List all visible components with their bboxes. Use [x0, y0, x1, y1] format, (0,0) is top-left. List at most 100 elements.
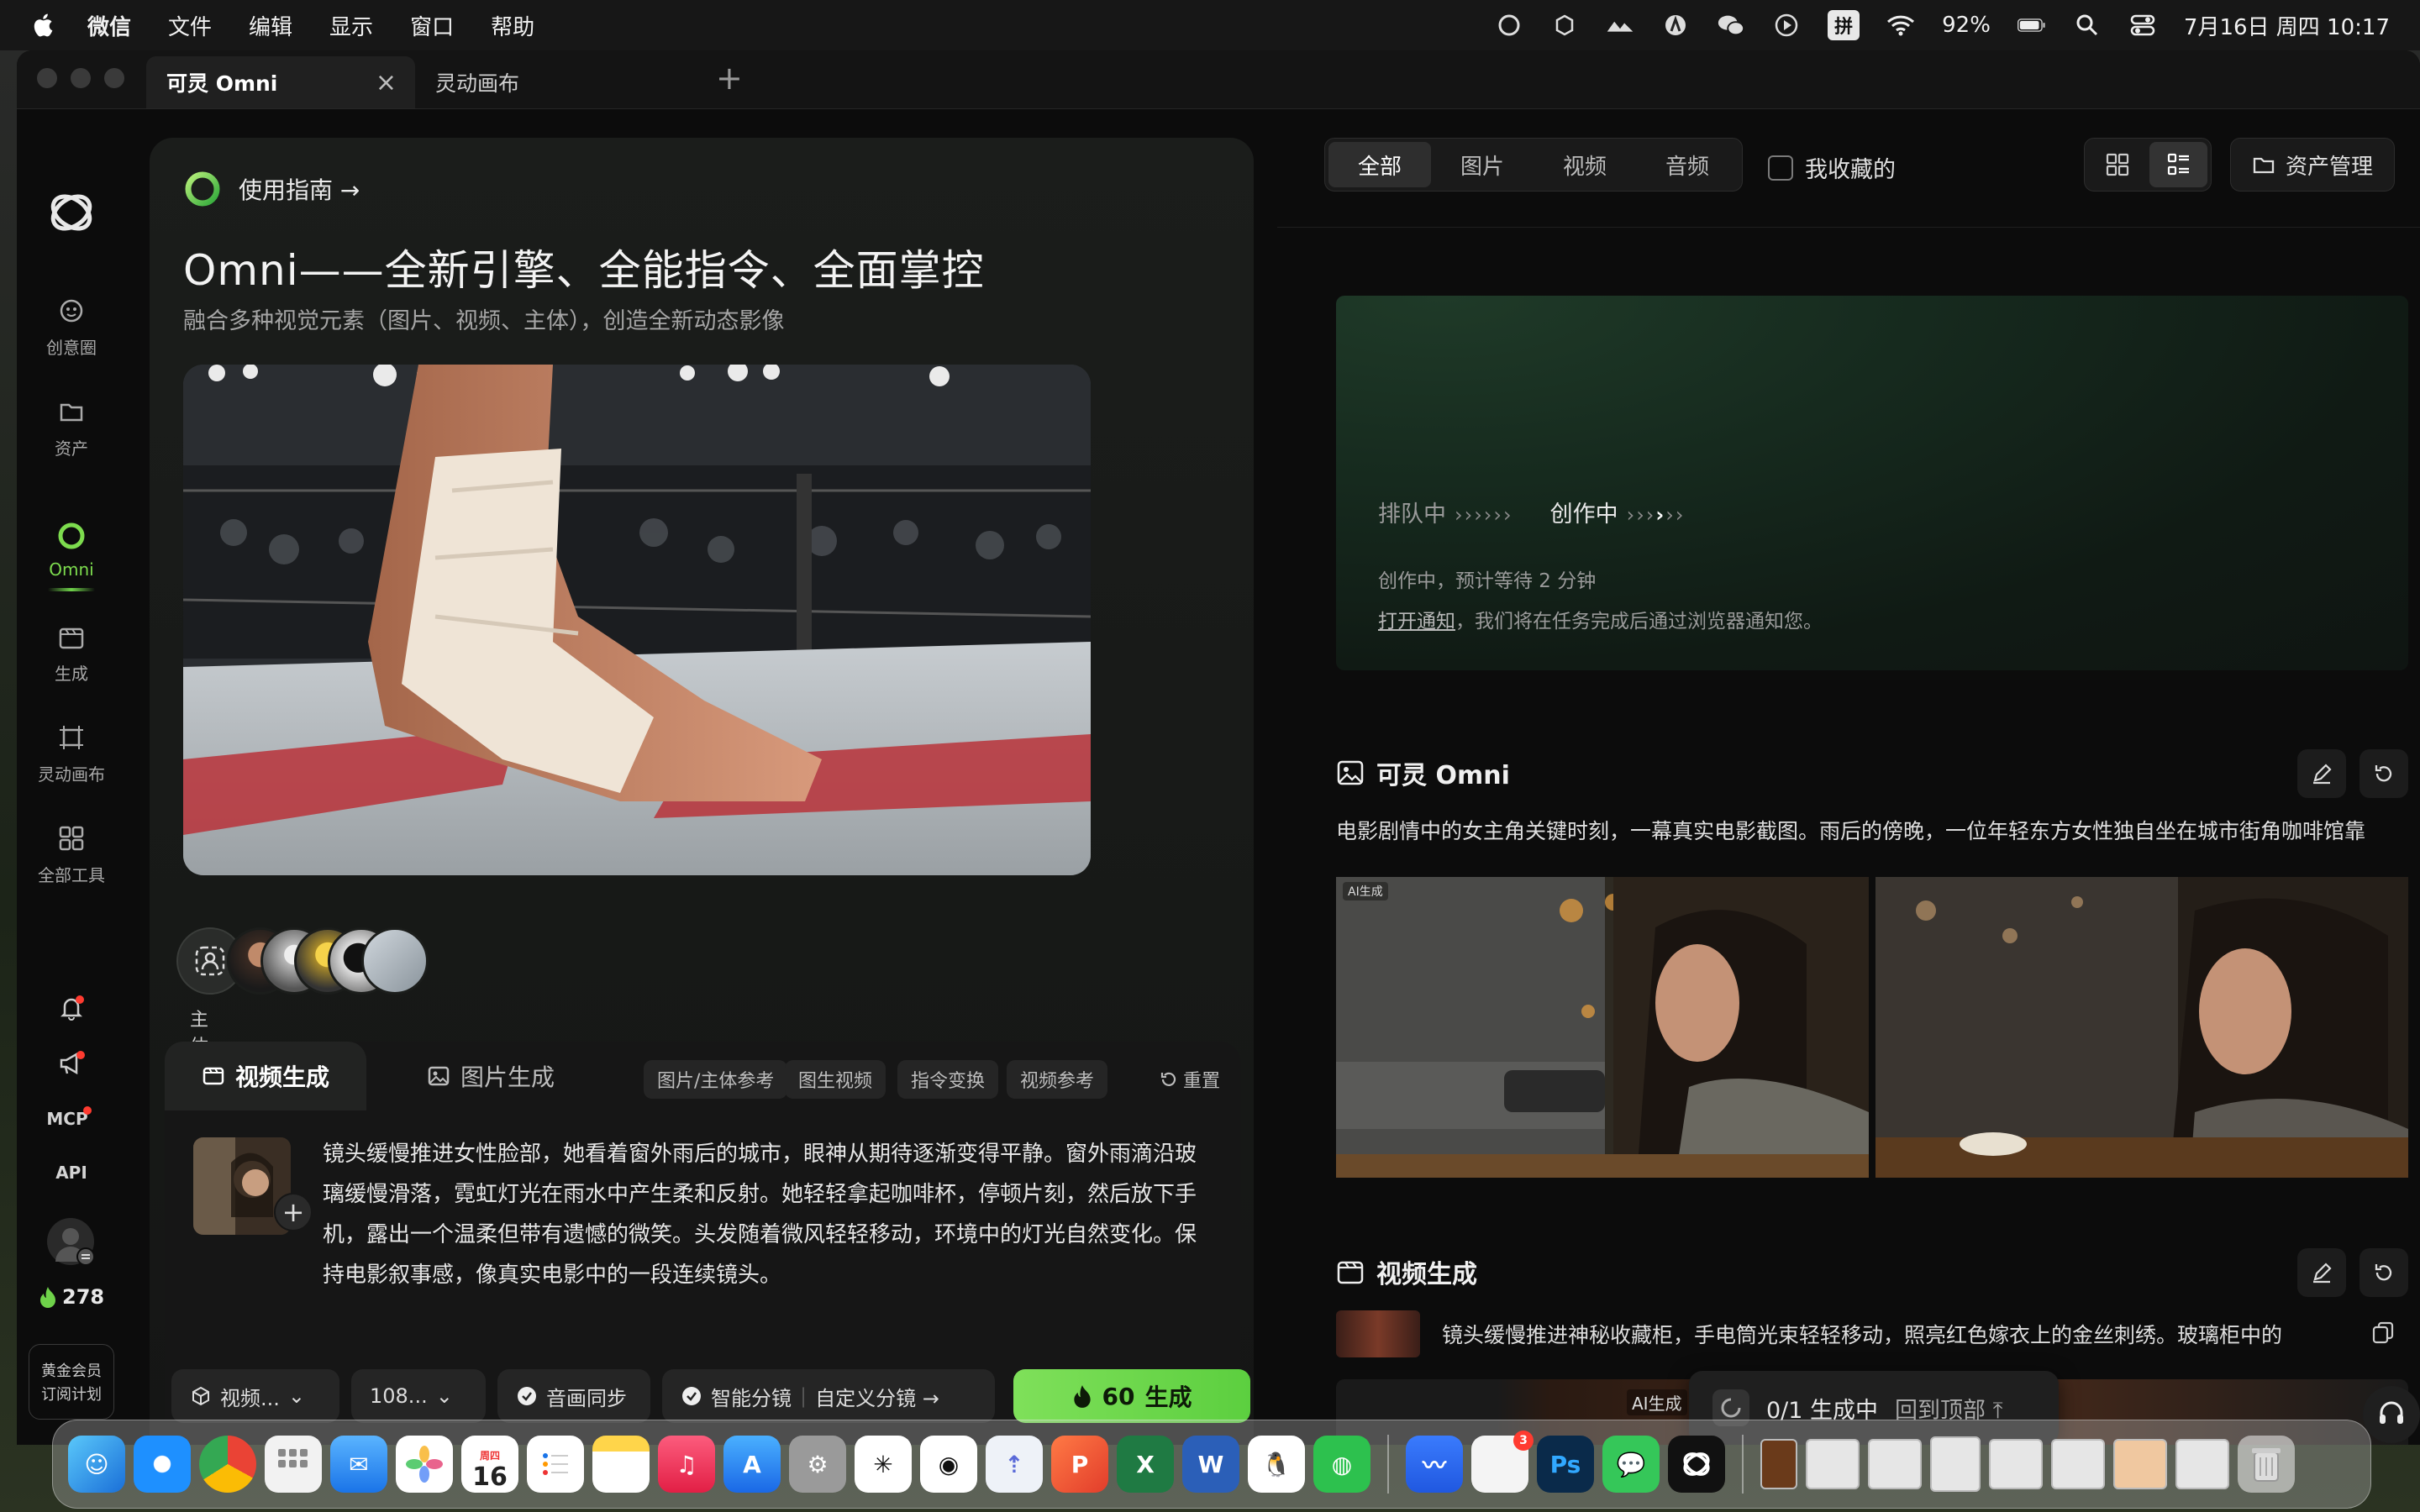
menu-window[interactable]: 窗口	[410, 10, 454, 41]
rail-item-assets[interactable]: 资产	[17, 395, 126, 459]
font-status-icon[interactable]	[1661, 11, 1690, 39]
result-image[interactable]	[1876, 877, 2408, 1178]
rail-item-community[interactable]: 创意圈	[17, 294, 126, 359]
control-center-icon[interactable]	[2128, 11, 2157, 39]
minimized-window[interactable]	[2175, 1439, 2229, 1489]
close-window-button[interactable]	[37, 68, 57, 88]
filter-audio[interactable]: 音频	[1636, 142, 1739, 187]
menu-view[interactable]: 显示	[329, 10, 373, 41]
list-view-button[interactable]	[2149, 142, 2207, 187]
filter-videos[interactable]: 视频	[1534, 142, 1636, 187]
menu-help[interactable]: 帮助	[491, 10, 534, 41]
mountain-status-icon[interactable]	[1606, 11, 1634, 39]
input-method-indicator[interactable]: 拼	[1828, 10, 1860, 40]
rocket-icon[interactable]: ⇡	[986, 1436, 1043, 1493]
custom-storyboard-link[interactable]: 自定义分镜 →	[815, 1382, 939, 1411]
mcp-button[interactable]: MCP	[17, 1106, 126, 1129]
kling-status-icon[interactable]	[1495, 11, 1523, 39]
prompt-input[interactable]: 镜头缓慢推进女性脸部，她看着窗外雨后的城市，眼神从期待逐渐变得平静。窗外雨滴沿玻…	[323, 1134, 1213, 1295]
excel-icon[interactable]: X	[1117, 1436, 1174, 1493]
filter-all[interactable]: 全部	[1328, 142, 1431, 187]
mode-select[interactable]: 视频... ⌄	[171, 1369, 339, 1423]
chrome-icon[interactable]	[199, 1436, 256, 1493]
edit-button[interactable]	[2297, 749, 2346, 798]
new-tab-button[interactable]: +	[701, 60, 758, 108]
minimized-window[interactable]	[1989, 1439, 2043, 1489]
wechat-icon[interactable]: ◍	[1313, 1436, 1370, 1493]
apple-icon[interactable]	[30, 12, 54, 39]
regenerate-button[interactable]	[2360, 749, 2408, 798]
minimized-window[interactable]	[2051, 1439, 2105, 1489]
messages-icon[interactable]: 💬	[1602, 1436, 1660, 1493]
mail-icon[interactable]: ✉	[330, 1436, 387, 1493]
asset-management-button[interactable]: 资产管理	[2230, 138, 2395, 192]
minimized-window[interactable]	[2113, 1439, 2167, 1489]
credits-balance[interactable]: 278	[39, 1285, 104, 1309]
grid-view-button[interactable]	[2088, 142, 2146, 187]
photoshop-icon[interactable]: Ps	[1537, 1436, 1594, 1493]
edit-button[interactable]	[2297, 1248, 2346, 1297]
notes-icon[interactable]	[592, 1436, 650, 1493]
result-prompt-text[interactable]: 电影剧情中的女主角关键时刻，一幕真实电影截图。雨后的傍晚，一位年轻东方女性独自坐…	[1336, 815, 2408, 845]
resolution-select[interactable]: 108... ⌄	[351, 1369, 486, 1423]
favorites-checkbox[interactable]: 我收藏的	[1768, 151, 1896, 184]
battery-icon[interactable]	[2017, 11, 2046, 39]
qq-icon[interactable]: 🐧	[1248, 1436, 1305, 1493]
minimize-window-button[interactable]	[71, 68, 91, 88]
chip-image-to-video[interactable]: 图生视频	[785, 1060, 886, 1099]
finder-icon[interactable]: ☺	[68, 1436, 125, 1493]
play-status-icon[interactable]	[1772, 11, 1801, 39]
app-store-icon[interactable]: A	[723, 1436, 781, 1493]
open-notifications-link[interactable]: 打开通知	[1378, 611, 1455, 633]
menubar-clock[interactable]: 7月16日 周四 10:17	[2184, 10, 2390, 41]
rail-item-canvas[interactable]: 灵动画布	[17, 721, 126, 785]
lark-icon[interactable]: 〰	[1406, 1436, 1463, 1493]
system-settings-icon[interactable]: ⚙	[789, 1436, 846, 1493]
menu-edit[interactable]: 编辑	[249, 10, 292, 41]
notifications-button[interactable]	[17, 991, 126, 1032]
reminders-icon[interactable]	[527, 1436, 584, 1493]
zoom-window-button[interactable]	[104, 68, 124, 88]
spotlight-search-icon[interactable]	[2073, 11, 2102, 39]
rail-item-all-tools[interactable]: 全部工具	[17, 822, 126, 886]
minimized-window[interactable]	[1806, 1439, 1860, 1489]
photos-icon[interactable]	[396, 1436, 453, 1493]
usage-guide-link[interactable]: 使用指南 →	[183, 170, 360, 208]
chip-video-reference[interactable]: 视频参考	[1007, 1060, 1108, 1099]
result-image[interactable]: AI生成	[1336, 877, 1869, 1178]
video-reference-thumbnail[interactable]	[1336, 1310, 1420, 1357]
rail-item-omni[interactable]: Omni	[17, 519, 126, 591]
minimized-window[interactable]	[1930, 1436, 1981, 1492]
trash-icon[interactable]	[2238, 1436, 2295, 1493]
avatar[interactable]	[47, 1218, 95, 1266]
rail-item-generate[interactable]: 生成	[17, 620, 126, 685]
launchpad-icon[interactable]	[265, 1436, 322, 1493]
github-icon[interactable]: ◉	[920, 1436, 977, 1493]
add-reference-button[interactable]: +	[274, 1193, 313, 1231]
tab-canvas[interactable]: 灵动画布	[415, 56, 701, 108]
tab-image-generation[interactable]: 图片生成	[390, 1042, 592, 1110]
tab-video-generation[interactable]: 视频生成	[165, 1042, 367, 1110]
vip-subscription-button[interactable]: 黄金会员 订阅计划	[29, 1344, 114, 1420]
tab-kling-omni[interactable]: 可灵 Omni ×	[146, 56, 415, 108]
menu-file[interactable]: 文件	[168, 10, 212, 41]
powerpoint-icon[interactable]: P	[1051, 1436, 1108, 1493]
chip-instruction-transform[interactable]: 指令变换	[897, 1060, 999, 1099]
chip-image-subject-ref[interactable]: 图片/主体参考	[644, 1060, 788, 1099]
customer-support-button[interactable]	[2363, 1386, 2420, 1443]
regenerate-button[interactable]	[2360, 1248, 2408, 1297]
calendar-icon[interactable]: 周四 16	[461, 1436, 518, 1493]
subject-avatar[interactable]	[361, 927, 429, 995]
chatgpt-icon[interactable]: ✳	[855, 1436, 912, 1493]
wifi-icon[interactable]	[1886, 11, 1915, 39]
reset-button[interactable]: 重置	[1160, 1060, 1220, 1099]
wechat-status-icon[interactable]	[1717, 11, 1745, 39]
generate-button[interactable]: 60 生成	[1013, 1369, 1250, 1423]
kling-logo-icon[interactable]	[42, 183, 101, 242]
minimized-window[interactable]	[1760, 1439, 1797, 1489]
safari-icon[interactable]	[134, 1436, 191, 1493]
announcements-button[interactable]	[17, 1047, 126, 1087]
music-icon[interactable]: ♫	[658, 1436, 715, 1493]
minimized-window[interactable]	[1868, 1439, 1922, 1489]
menu-app-name[interactable]: 微信	[87, 10, 131, 41]
